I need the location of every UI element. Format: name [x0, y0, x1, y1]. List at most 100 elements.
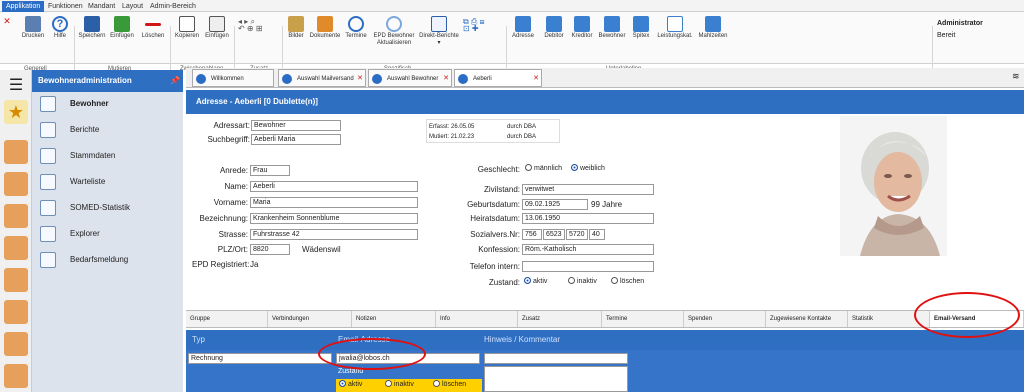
insert-button[interactable]: Einfügen	[108, 14, 136, 40]
extra-tools-icon[interactable]: ⧉ ⎙ ⊞ ⊡ ✚	[463, 18, 499, 33]
meals-button[interactable]: Mahlzeiten	[697, 14, 729, 40]
save-button[interactable]: Speichern	[78, 14, 106, 40]
typ-field[interactable]: Rechnung	[188, 353, 332, 364]
close-icon[interactable]: ✕	[357, 70, 363, 88]
adressart-field[interactable]: Bewohner	[251, 120, 341, 131]
print-button[interactable]: Drucken	[20, 14, 46, 40]
address-button[interactable]: Adresse	[509, 14, 537, 40]
tab-spenden[interactable]: Spenden	[684, 311, 766, 327]
menu-icon[interactable]: ☰	[4, 74, 28, 98]
list-icon	[667, 16, 683, 32]
app-logo-icon	[458, 74, 468, 84]
grid-zustand-loeschen-radio[interactable]: löschen	[433, 380, 466, 388]
telefon-field[interactable]	[522, 261, 654, 272]
name-field[interactable]: Aeberli	[250, 181, 418, 192]
house-icon[interactable]	[4, 172, 28, 196]
grid-zustand-aktiv-radio[interactable]: aktiv	[339, 380, 362, 388]
comment-field[interactable]	[484, 353, 628, 364]
tab-mandant[interactable]: Mandant	[84, 1, 119, 12]
document-tabs: Willkommen Auswahl Mailversand ✕ Auswahl …	[186, 68, 1024, 88]
heiratsdatum-field[interactable]: 13.06.1950	[522, 213, 654, 224]
sozvers-field-3[interactable]: 5720	[566, 229, 588, 240]
tab-zusatz[interactable]: Zusatz	[518, 311, 602, 327]
debitor-button[interactable]: Debitor	[540, 14, 568, 40]
tab-gruppe[interactable]: Gruppe	[186, 311, 268, 327]
insert-icon	[114, 16, 130, 32]
zustand-inaktiv-radio[interactable]: inaktiv	[568, 277, 597, 285]
person-icon[interactable]	[4, 140, 28, 164]
tab-termine[interactable]: Termine	[602, 311, 684, 327]
cart-icon[interactable]	[4, 332, 28, 356]
anrede-field[interactable]: Frau	[250, 165, 290, 176]
doc-tab-willkommen[interactable]: Willkommen	[192, 69, 274, 87]
calculator-icon[interactable]	[4, 364, 28, 388]
residents-icon[interactable]	[4, 204, 28, 228]
tab-admin-bereich[interactable]: Admin-Bereich	[146, 1, 200, 12]
resident-button[interactable]: Bewohner	[596, 14, 628, 40]
sidebar: Bewohner Berichte Stammdaten Warteliste …	[32, 70, 183, 392]
close-icon[interactable]: ✕	[533, 70, 539, 88]
care-icon[interactable]	[4, 268, 28, 292]
pictures-button[interactable]: Bilder	[285, 14, 307, 40]
grid-zustand-inaktiv-radio[interactable]: inaktiv	[385, 380, 414, 388]
star-icon[interactable]: ★	[4, 100, 28, 124]
tab-funktionen[interactable]: Funktionen	[44, 1, 87, 12]
doc-tab-aeberli[interactable]: Aeberli ✕	[454, 69, 542, 87]
suchbegriff-field[interactable]: Aeberli Maria	[251, 134, 341, 145]
tab-zugewiesene-kontakte[interactable]: Zugewiesene Kontakte	[766, 311, 848, 327]
pin-icon[interactable]: 📌	[170, 70, 180, 92]
tab-applikation[interactable]: Applikation	[2, 1, 45, 12]
clock-icon	[348, 16, 364, 32]
calendar-icon[interactable]	[4, 300, 28, 324]
sozvers-field-4[interactable]: 40	[589, 229, 605, 240]
sidebar-title: Bewohneradministration 📌	[32, 70, 183, 92]
konfession-field[interactable]: Röm.-Katholisch	[522, 244, 654, 255]
geschlecht-maennlich-radio[interactable]: männlich	[525, 164, 562, 172]
direct-reports-button[interactable]: Direkt-Berichte ▾	[419, 14, 459, 47]
close-icon[interactable]: ✕	[2, 17, 12, 26]
copy-button[interactable]: Kopieren	[173, 14, 201, 40]
page-title: Adresse - Aeberli [0 Dublette(n)]	[186, 90, 1024, 114]
service-catalog-button[interactable]: Leistungskat.	[655, 14, 695, 40]
geburtsdatum-field[interactable]: 09.02.1925	[522, 199, 588, 210]
strasse-label: Strasse:	[218, 230, 248, 239]
app-logo-icon	[372, 74, 382, 84]
close-icon[interactable]: ✕	[443, 70, 449, 88]
geschlecht-weiblich-radio[interactable]: weiblich	[571, 164, 605, 172]
sozvers-field-2[interactable]: 6523	[543, 229, 565, 240]
strasse-field[interactable]: Fuhrstrasse 42	[250, 229, 418, 240]
database-icon[interactable]: ≋	[1012, 71, 1020, 82]
doc-tab-mailversand[interactable]: Auswahl Mailversand ✕	[278, 69, 366, 87]
resident-photo	[840, 116, 947, 256]
clipboard-icon	[40, 252, 56, 268]
highlight-oval	[318, 338, 426, 370]
tab-layout[interactable]: Layout	[118, 1, 147, 12]
detail-tabs: Gruppe Verbindungen Notizen Info Zusatz …	[186, 310, 1024, 328]
geschlecht-label: Geschlecht:	[477, 165, 520, 174]
appointments-button[interactable]: Termine	[343, 14, 369, 40]
picture-icon	[288, 16, 304, 32]
spitex-button[interactable]: Spitex	[628, 14, 654, 40]
paste-button[interactable]: Einfügen	[203, 14, 231, 40]
zustand-loeschen-radio[interactable]: löschen	[611, 277, 644, 285]
vorname-field[interactable]: Maria	[250, 197, 418, 208]
kreditor-button[interactable]: Kreditor	[568, 14, 596, 40]
nav-arrows-icon[interactable]: ◂ ▸ ⌕ ↶ ⊕ ⊞	[238, 18, 278, 33]
building-icon[interactable]	[4, 236, 28, 260]
tab-verbindungen[interactable]: Verbindungen	[268, 311, 352, 327]
sozvers-field-1[interactable]: 756	[522, 229, 542, 240]
delete-button[interactable]: Löschen	[139, 14, 167, 40]
epd-update-button[interactable]: EPD Bewohner Aktualisieren	[372, 14, 416, 47]
plz-field[interactable]: 8820	[250, 244, 290, 255]
sozvers-label: Sozialvers.Nr:	[470, 230, 520, 239]
geburtsdatum-label: Geburtsdatum:	[467, 200, 520, 209]
help-button[interactable]: ? Hilfe	[50, 14, 70, 40]
comment-area[interactable]	[484, 366, 628, 392]
zivilstand-field[interactable]: verwitwet	[522, 184, 654, 195]
doc-tab-bewohner[interactable]: Auswahl Bewohner ✕	[368, 69, 452, 87]
documents-button[interactable]: Dokumente	[309, 14, 341, 40]
zustand-aktiv-radio[interactable]: aktiv	[524, 277, 547, 285]
bezeichnung-field[interactable]: Krankenheim Sonnenblume	[250, 213, 418, 224]
tab-notizen[interactable]: Notizen	[352, 311, 436, 327]
tab-info[interactable]: Info	[436, 311, 518, 327]
